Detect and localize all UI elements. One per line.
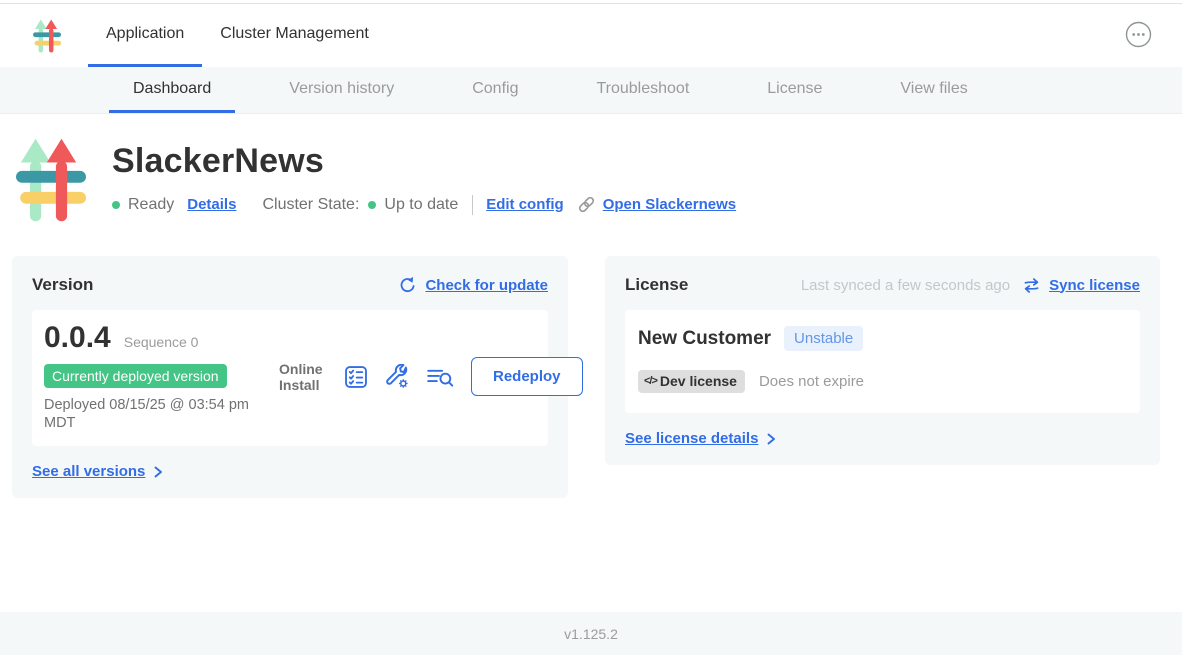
current-version-panel: 0.0.4 Sequence 0 Currently deployed vers… — [32, 310, 548, 446]
sync-license-link[interactable]: Sync license — [1049, 277, 1140, 294]
slackernews-logo-icon — [33, 16, 61, 56]
license-card: License Last synced a few seconds ago Sy… — [605, 256, 1160, 465]
status-details-link[interactable]: Details — [187, 196, 236, 213]
cluster-state-label: Cluster State: — [262, 196, 359, 214]
console-version: v1.125.2 — [564, 626, 618, 642]
last-synced-text: Last synced a few seconds ago — [801, 277, 1010, 294]
tab-application[interactable]: Application — [88, 4, 202, 67]
subtab-config[interactable]: Config — [448, 67, 542, 113]
see-all-versions-link[interactable]: See all versions — [32, 463, 145, 480]
subtab-dashboard[interactable]: Dashboard — [109, 67, 235, 113]
logs-search-icon — [425, 364, 455, 390]
divider — [472, 195, 473, 215]
version-number: 0.0.4 — [44, 321, 111, 355]
version-card: Version Check for update — [12, 256, 568, 498]
chevron-right-icon — [153, 465, 164, 479]
top-nav: Application Cluster Management — [0, 4, 1182, 67]
app-logo-icon — [16, 134, 86, 226]
page-title: SlackerNews — [112, 142, 736, 181]
license-details-panel: New Customer Unstable </> Dev license Do… — [625, 310, 1140, 413]
wrench-gear-icon — [384, 364, 410, 390]
license-type-label: Dev license — [660, 373, 737, 389]
overflow-menu-button[interactable] — [1125, 21, 1152, 51]
app-sub-nav: Dashboard Version history Config Trouble… — [0, 67, 1182, 114]
open-app-link[interactable]: Open Slackernews — [576, 194, 736, 215]
customer-name: New Customer — [638, 328, 771, 350]
redeploy-button[interactable]: Redeploy — [471, 357, 583, 396]
edit-config-link[interactable]: Edit config — [486, 196, 564, 213]
version-card-title: Version — [32, 275, 93, 295]
subtab-version-history[interactable]: Version history — [265, 67, 418, 113]
app-status-text: Ready — [128, 196, 174, 214]
see-license-details-link[interactable]: See license details — [625, 430, 758, 447]
ellipsis-circle-icon — [1125, 21, 1152, 48]
app-status-row: Ready Details Cluster State: Up to date … — [112, 194, 736, 215]
tab-cluster-management[interactable]: Cluster Management — [202, 4, 387, 67]
cluster-state-dot — [368, 201, 376, 209]
dashboard-content: SlackerNews Ready Details Cluster State:… — [0, 114, 1182, 612]
app-header: SlackerNews Ready Details Cluster State:… — [16, 134, 1160, 226]
preflight-checks-button[interactable] — [343, 364, 369, 390]
chain-link-icon — [576, 194, 597, 215]
edit-config-button[interactable] — [384, 364, 410, 390]
refresh-icon — [398, 276, 417, 295]
license-type-badge: </> Dev license — [638, 370, 745, 393]
app-status-dot — [112, 201, 120, 209]
subtab-view-files[interactable]: View files — [876, 67, 991, 113]
app-footer: v1.125.2 — [0, 612, 1182, 655]
view-logs-button[interactable] — [425, 364, 455, 390]
code-icon: </> — [644, 375, 657, 387]
check-for-update-link[interactable]: Check for update — [398, 276, 548, 295]
license-expiry-text: Does not expire — [759, 373, 864, 390]
open-app-label: Open Slackernews — [603, 196, 736, 213]
license-card-title: License — [625, 275, 688, 295]
version-sequence: Sequence 0 — [124, 334, 199, 350]
subtab-license[interactable]: License — [743, 67, 846, 113]
channel-badge: Unstable — [784, 326, 863, 351]
deployed-status-badge: Currently deployed version — [44, 364, 227, 388]
checklist-icon — [343, 364, 369, 390]
subtab-troubleshoot[interactable]: Troubleshoot — [572, 67, 713, 113]
cluster-state-value: Up to date — [384, 196, 458, 214]
chevron-right-icon — [766, 432, 777, 446]
deployed-timestamp: Deployed 08/15/25 @ 03:54 pm MDT — [44, 396, 279, 432]
sync-arrows-icon — [1022, 276, 1041, 295]
check-for-update-label: Check for update — [425, 277, 548, 294]
install-type-label: Online Install — [279, 361, 329, 393]
